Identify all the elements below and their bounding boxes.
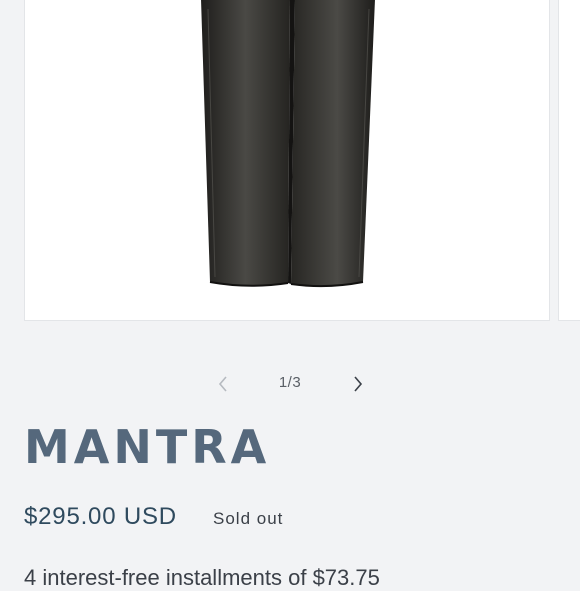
product-media-gallery [0, 0, 580, 322]
product-media-item[interactable] [24, 0, 550, 321]
installments-text: 4 interest-free installments of $73.75 [24, 565, 380, 590]
product-price: $295.00 USD [24, 503, 177, 530]
next-slide-button[interactable] [342, 368, 374, 400]
product-title: MANTRA [24, 420, 271, 474]
previous-slide-button[interactable] [207, 368, 239, 400]
sold-out-badge: Sold out [213, 509, 284, 528]
gallery-slider-controls: 1/3 [0, 368, 580, 400]
next-product-media-item[interactable] [558, 0, 580, 321]
slide-counter: 1/3 [278, 374, 302, 391]
chevron-left-icon [218, 376, 227, 392]
black-denim-jeans-image [201, 0, 375, 288]
chevron-right-icon [354, 376, 363, 392]
